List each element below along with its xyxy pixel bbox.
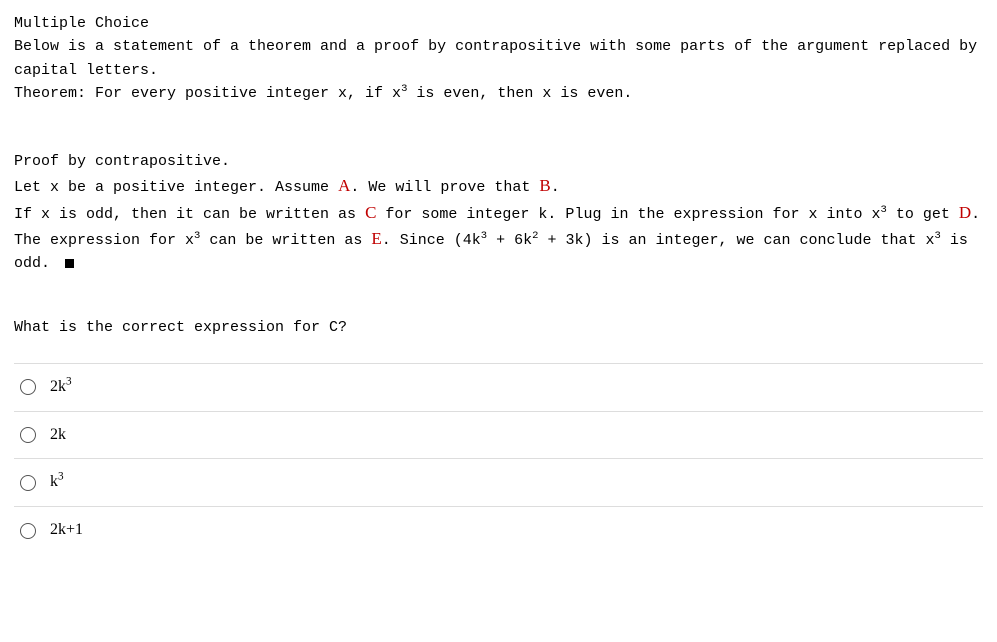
theorem-suffix: is even, then x is even. xyxy=(407,85,632,102)
text: . We will prove that xyxy=(350,179,539,196)
text: . xyxy=(551,179,560,196)
text: If x is odd, then it can be written as xyxy=(14,206,365,223)
text: to get xyxy=(887,206,959,223)
text: + 6k xyxy=(487,232,532,249)
proof-line-3: If x is odd, then it can be written as C… xyxy=(14,200,983,276)
option-label: 2k xyxy=(50,423,66,448)
placeholder-E: E xyxy=(371,229,381,248)
option-text: 2k xyxy=(50,378,66,395)
option-label: 2k+1 xyxy=(50,518,83,543)
proof-block: Proof by contrapositive. Let x be a posi… xyxy=(14,150,983,276)
text: . Since (4k xyxy=(382,232,481,249)
option-label: 2k3 xyxy=(50,375,72,400)
placeholder-D: D xyxy=(959,203,971,222)
question-prompt: What is the correct expression for C? xyxy=(14,316,983,339)
text: + 3k) is an integer, we can conclude tha… xyxy=(538,232,934,249)
question-intro: Below is a statement of a theorem and a … xyxy=(14,35,983,82)
radio-icon[interactable] xyxy=(20,523,36,539)
option-exponent: 3 xyxy=(58,471,64,483)
text: Let x be a positive integer. Assume xyxy=(14,179,338,196)
option-2[interactable]: 2k xyxy=(14,411,983,459)
proof-title: Proof by contrapositive. xyxy=(14,150,983,173)
radio-icon[interactable] xyxy=(20,379,36,395)
placeholder-A: A xyxy=(338,176,350,195)
option-text: 2k+1 xyxy=(50,521,83,538)
radio-icon[interactable] xyxy=(20,475,36,491)
answer-options: 2k3 2k k3 2k+1 xyxy=(14,363,983,554)
placeholder-C: C xyxy=(365,203,376,222)
option-exponent: 3 xyxy=(66,375,72,387)
option-3[interactable]: k3 xyxy=(14,458,983,506)
option-label: k3 xyxy=(50,470,64,495)
question-type: Multiple Choice xyxy=(14,12,983,35)
option-text: k xyxy=(50,473,58,490)
placeholder-B: B xyxy=(539,176,550,195)
text: can be written as xyxy=(200,232,371,249)
option-text: 2k xyxy=(50,426,66,443)
text: for some integer k. Plug in the expressi… xyxy=(376,206,880,223)
option-4[interactable]: 2k+1 xyxy=(14,506,983,554)
qed-icon xyxy=(65,259,74,268)
radio-icon[interactable] xyxy=(20,427,36,443)
theorem-statement: Theorem: For every positive integer x, i… xyxy=(14,82,983,105)
question-header: Multiple Choice Below is a statement of … xyxy=(14,12,983,105)
option-1[interactable]: 2k3 xyxy=(14,363,983,411)
proof-line-2: Let x be a positive integer. Assume A. W… xyxy=(14,173,983,199)
theorem-prefix: Theorem: For every positive integer x, i… xyxy=(14,85,401,102)
